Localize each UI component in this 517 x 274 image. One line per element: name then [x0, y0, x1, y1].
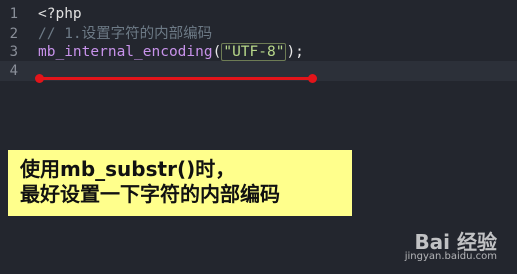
code-line-2[interactable]: 2 // 1.设置字符的内部编码 [0, 24, 517, 44]
red-underline-annotation [39, 77, 313, 80]
paren-close: ); [286, 44, 304, 60]
red-endpoint-left [35, 74, 44, 83]
red-endpoint-right [308, 74, 317, 83]
line-number: 3 [9, 44, 18, 60]
paren-open: ( [212, 44, 222, 60]
php-open-tag: <?php [38, 6, 82, 22]
note-line-2: 最好设置一下字符的内部编码 [20, 182, 280, 206]
note-callout: 使用mb_substr()时， 最好设置一下字符的内部编码 [8, 150, 352, 216]
code-statement: mb_internal_encoding("UTF-8"); [38, 42, 304, 62]
baidu-jingyan-watermark-logo: Bai 经验 jingyan.baidu.com [405, 226, 497, 262]
note-line-1: 使用mb_substr()时， [20, 157, 236, 181]
function-name: mb_internal_encoding [38, 44, 213, 60]
line-number: 2 [9, 26, 18, 42]
string-literal: "UTF-8" [221, 43, 287, 61]
code-line-3[interactable]: 3 mb_internal_encoding("UTF-8"); [0, 42, 517, 62]
code-line-1[interactable]: 1 <?php [0, 4, 517, 24]
line-number: 1 [9, 6, 18, 22]
code-comment: // 1.设置字符的内部编码 [38, 26, 213, 42]
line-number: 4 [9, 63, 18, 79]
watermark-url: jingyan.baidu.com [404, 251, 497, 262]
